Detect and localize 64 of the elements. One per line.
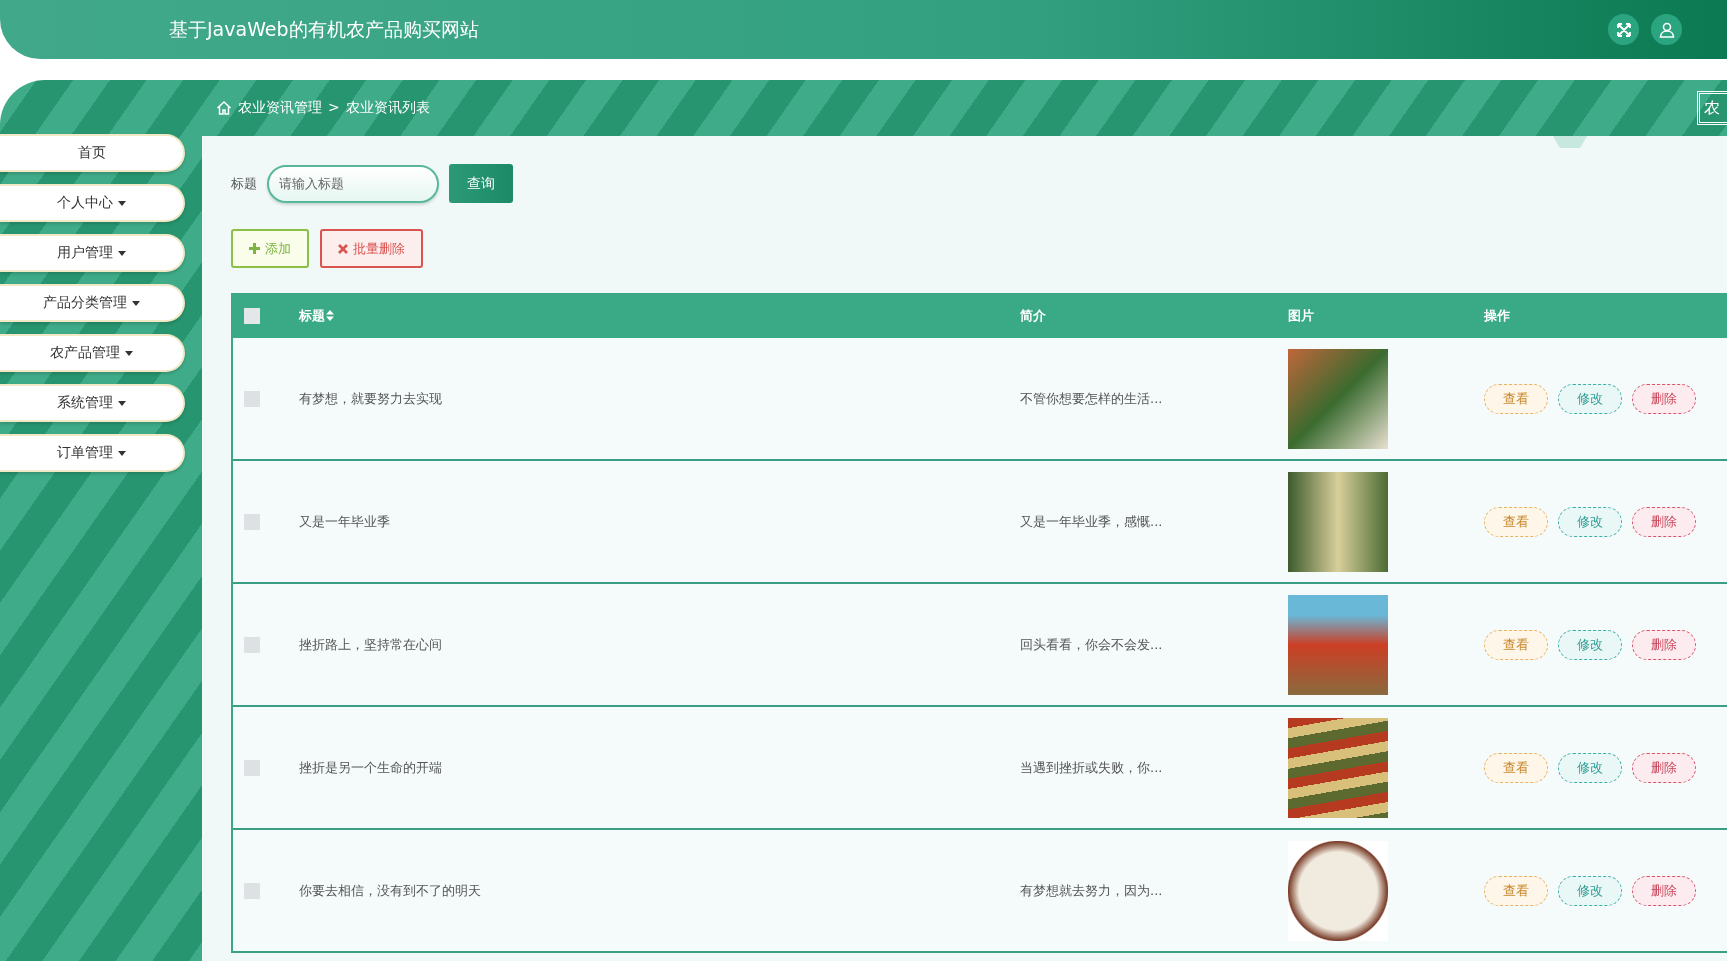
breadcrumb-link[interactable]: 农业资讯列表: [345, 99, 430, 117]
view-button[interactable]: 查看: [1484, 875, 1548, 906]
caret-icon: [118, 250, 126, 256]
view-button[interactable]: 查看: [1484, 752, 1548, 783]
caret-icon: [118, 200, 126, 206]
sidebar-item[interactable]: 用户管理: [0, 234, 185, 272]
user-icon[interactable]: [1651, 14, 1682, 45]
sidebar-item[interactable]: 个人中心: [0, 184, 185, 222]
add-button[interactable]: 添加: [231, 229, 309, 268]
search-field[interactable]: 请输入标题: [267, 164, 439, 203]
caret-icon: [125, 350, 133, 356]
delete-button[interactable]: 删除: [1632, 752, 1696, 783]
table-cell: 当遇到挫折或失败，你...: [1020, 758, 1163, 777]
sidebar-item[interactable]: 系统管理: [0, 384, 185, 422]
table-cell: 有梦想就去努力，因为...: [1020, 881, 1163, 900]
table-cell: 回头看看，你会不会发...: [1020, 635, 1163, 654]
column-header[interactable]: 标题: [299, 306, 325, 325]
caret-icon: [118, 450, 126, 456]
fullscreen-icon[interactable]: [1608, 14, 1639, 45]
sidebar-item[interactable]: 农产品管理: [0, 334, 185, 372]
row-checkbox[interactable]: [244, 513, 260, 530]
breadcrumb-link[interactable]: 农业资讯管理: [238, 99, 322, 117]
sidebar-item[interactable]: 订单管理: [0, 434, 185, 472]
cross-icon: [338, 243, 348, 254]
edit-button[interactable]: 修改: [1558, 629, 1622, 660]
delete-button[interactable]: 删除: [1632, 383, 1696, 414]
home-icon: [216, 100, 232, 116]
table-cell: 又是一年毕业季，感慨...: [1020, 512, 1163, 531]
table-cell: 你要去相信，没有到不了的明天: [299, 881, 481, 900]
row-checkbox[interactable]: [244, 390, 260, 407]
table-cell: 挫折是另一个生命的开端: [299, 758, 442, 777]
delete-button[interactable]: 删除: [1632, 875, 1696, 906]
column-header: 操作: [1484, 306, 1510, 325]
plus-icon: [249, 243, 260, 254]
side-button[interactable]: 农: [1697, 91, 1727, 125]
view-button[interactable]: 查看: [1484, 506, 1548, 537]
row-checkbox[interactable]: [244, 882, 260, 899]
table-cell: 不管你想要怎样的生活...: [1020, 389, 1163, 408]
table-cell: 又是一年毕业季: [299, 512, 390, 531]
delete-button[interactable]: 删除: [1632, 629, 1696, 660]
edit-button[interactable]: 修改: [1558, 383, 1622, 414]
edit-button[interactable]: 修改: [1558, 506, 1622, 537]
batch-delete-button[interactable]: 批量删除: [320, 229, 423, 268]
sidebar-item[interactable]: 产品分类管理: [0, 284, 185, 322]
sort-icon[interactable]: [326, 310, 334, 321]
breadcrumb-separator: >: [328, 99, 340, 117]
caret-icon: [132, 300, 140, 306]
search-button[interactable]: 查询: [449, 164, 513, 203]
column-header: 图片: [1288, 306, 1314, 325]
caret-icon: [118, 400, 126, 406]
edit-button[interactable]: 修改: [1558, 752, 1622, 783]
view-button[interactable]: 查看: [1484, 383, 1548, 414]
view-button[interactable]: 查看: [1484, 629, 1548, 660]
column-header: 简介: [1020, 306, 1046, 325]
row-checkbox[interactable]: [244, 759, 260, 776]
site-title: 基于JavaWeb的有机农产品购买网站: [169, 16, 479, 42]
delete-button[interactable]: 删除: [1632, 506, 1696, 537]
edit-button[interactable]: 修改: [1558, 875, 1622, 906]
select-all-checkbox[interactable]: [244, 307, 260, 324]
table-cell: 有梦想，就要努力去实现: [299, 389, 442, 408]
search-label: 标题: [231, 174, 257, 193]
sidebar-item[interactable]: 首页: [0, 134, 185, 172]
row-checkbox[interactable]: [244, 636, 260, 653]
table-cell: 挫折路上，坚持常在心间: [299, 635, 442, 654]
